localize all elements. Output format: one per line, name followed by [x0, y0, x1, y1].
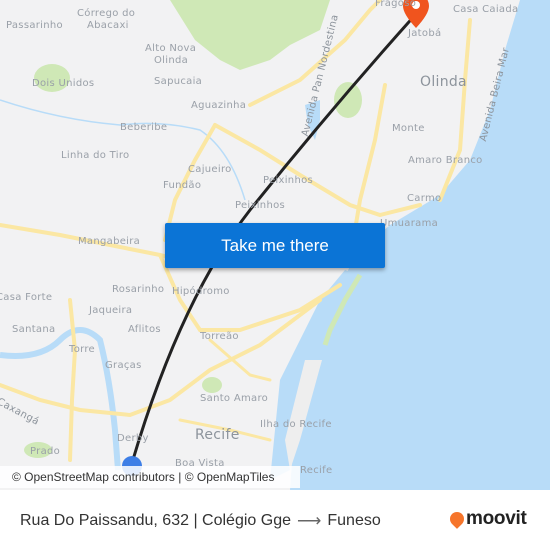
- map-label: Prado: [30, 446, 61, 457]
- map-label: Santo Amaro: [200, 393, 269, 404]
- map-label: Fundão: [163, 180, 202, 191]
- map-label: Torre: [69, 344, 96, 355]
- map-label: Córrego do: [77, 8, 136, 19]
- moovit-pin-icon: [447, 509, 467, 529]
- map-label: Sapucaia: [154, 76, 203, 87]
- route-summary: Rua Do Paissandu, 632 | Colégio Gge ⟶ Fu…: [20, 511, 381, 531]
- destination-name: Funeso: [327, 512, 381, 529]
- map-label: Olinda: [420, 74, 467, 90]
- map-label: Dois Unidos: [32, 78, 95, 89]
- map-label: Rosarinho: [112, 284, 165, 295]
- map-label: Linha do Tiro: [61, 150, 130, 161]
- map[interactable]: Passarinho Córrego do Abacaxi Alto Nova …: [0, 0, 550, 490]
- map-label: Beberibe: [120, 122, 168, 133]
- map-label: Casa Caiada: [453, 4, 519, 15]
- map-label: Mangabeira: [78, 236, 141, 247]
- map-label: Santana: [12, 324, 56, 335]
- map-label: Olinda: [154, 55, 189, 66]
- park: [202, 377, 222, 393]
- moovit-logo[interactable]: moovit: [447, 508, 527, 530]
- take-me-there-button[interactable]: Take me there: [165, 223, 385, 268]
- map-label: Carmo: [407, 193, 442, 204]
- map-label: Ilha do Recife: [260, 419, 332, 430]
- map-label: Graças: [105, 360, 142, 371]
- map-label: Fragoso: [375, 0, 417, 9]
- map-label: Abacaxi: [87, 20, 129, 31]
- map-label: Casa Forte: [0, 292, 53, 303]
- map-label: Umuarama: [380, 218, 439, 229]
- park: [170, 0, 330, 70]
- map-label: Aflitos: [128, 324, 161, 335]
- map-label: Hipódromo: [172, 286, 230, 297]
- map-label: Aguazinha: [191, 100, 247, 111]
- park: [334, 82, 362, 118]
- map-label: Alto Nova: [145, 43, 197, 54]
- map-label: Peixinhos: [235, 200, 286, 211]
- map-label: Peixinhos: [263, 175, 314, 186]
- map-label: Jaqueira: [89, 305, 133, 316]
- map-label: Recife: [300, 465, 333, 476]
- brand-name: moovit: [466, 508, 527, 529]
- map-label: Monte: [392, 123, 425, 134]
- map-label: Jatobá: [408, 28, 442, 39]
- map-label: Passarinho: [6, 20, 63, 31]
- map-label: Amaro Branco: [408, 155, 483, 166]
- map-label: Torreão: [200, 331, 239, 342]
- map-label: Derby: [117, 433, 149, 444]
- map-attribution[interactable]: © OpenStreetMap contributors | © OpenMap…: [0, 466, 300, 488]
- map-label: Recife: [195, 427, 240, 443]
- origin-name: Rua Do Paissandu, 632 | Colégio Gge: [20, 512, 291, 529]
- map-label: Cajueiro: [188, 164, 232, 175]
- arrow-right-icon: ⟶: [297, 511, 322, 530]
